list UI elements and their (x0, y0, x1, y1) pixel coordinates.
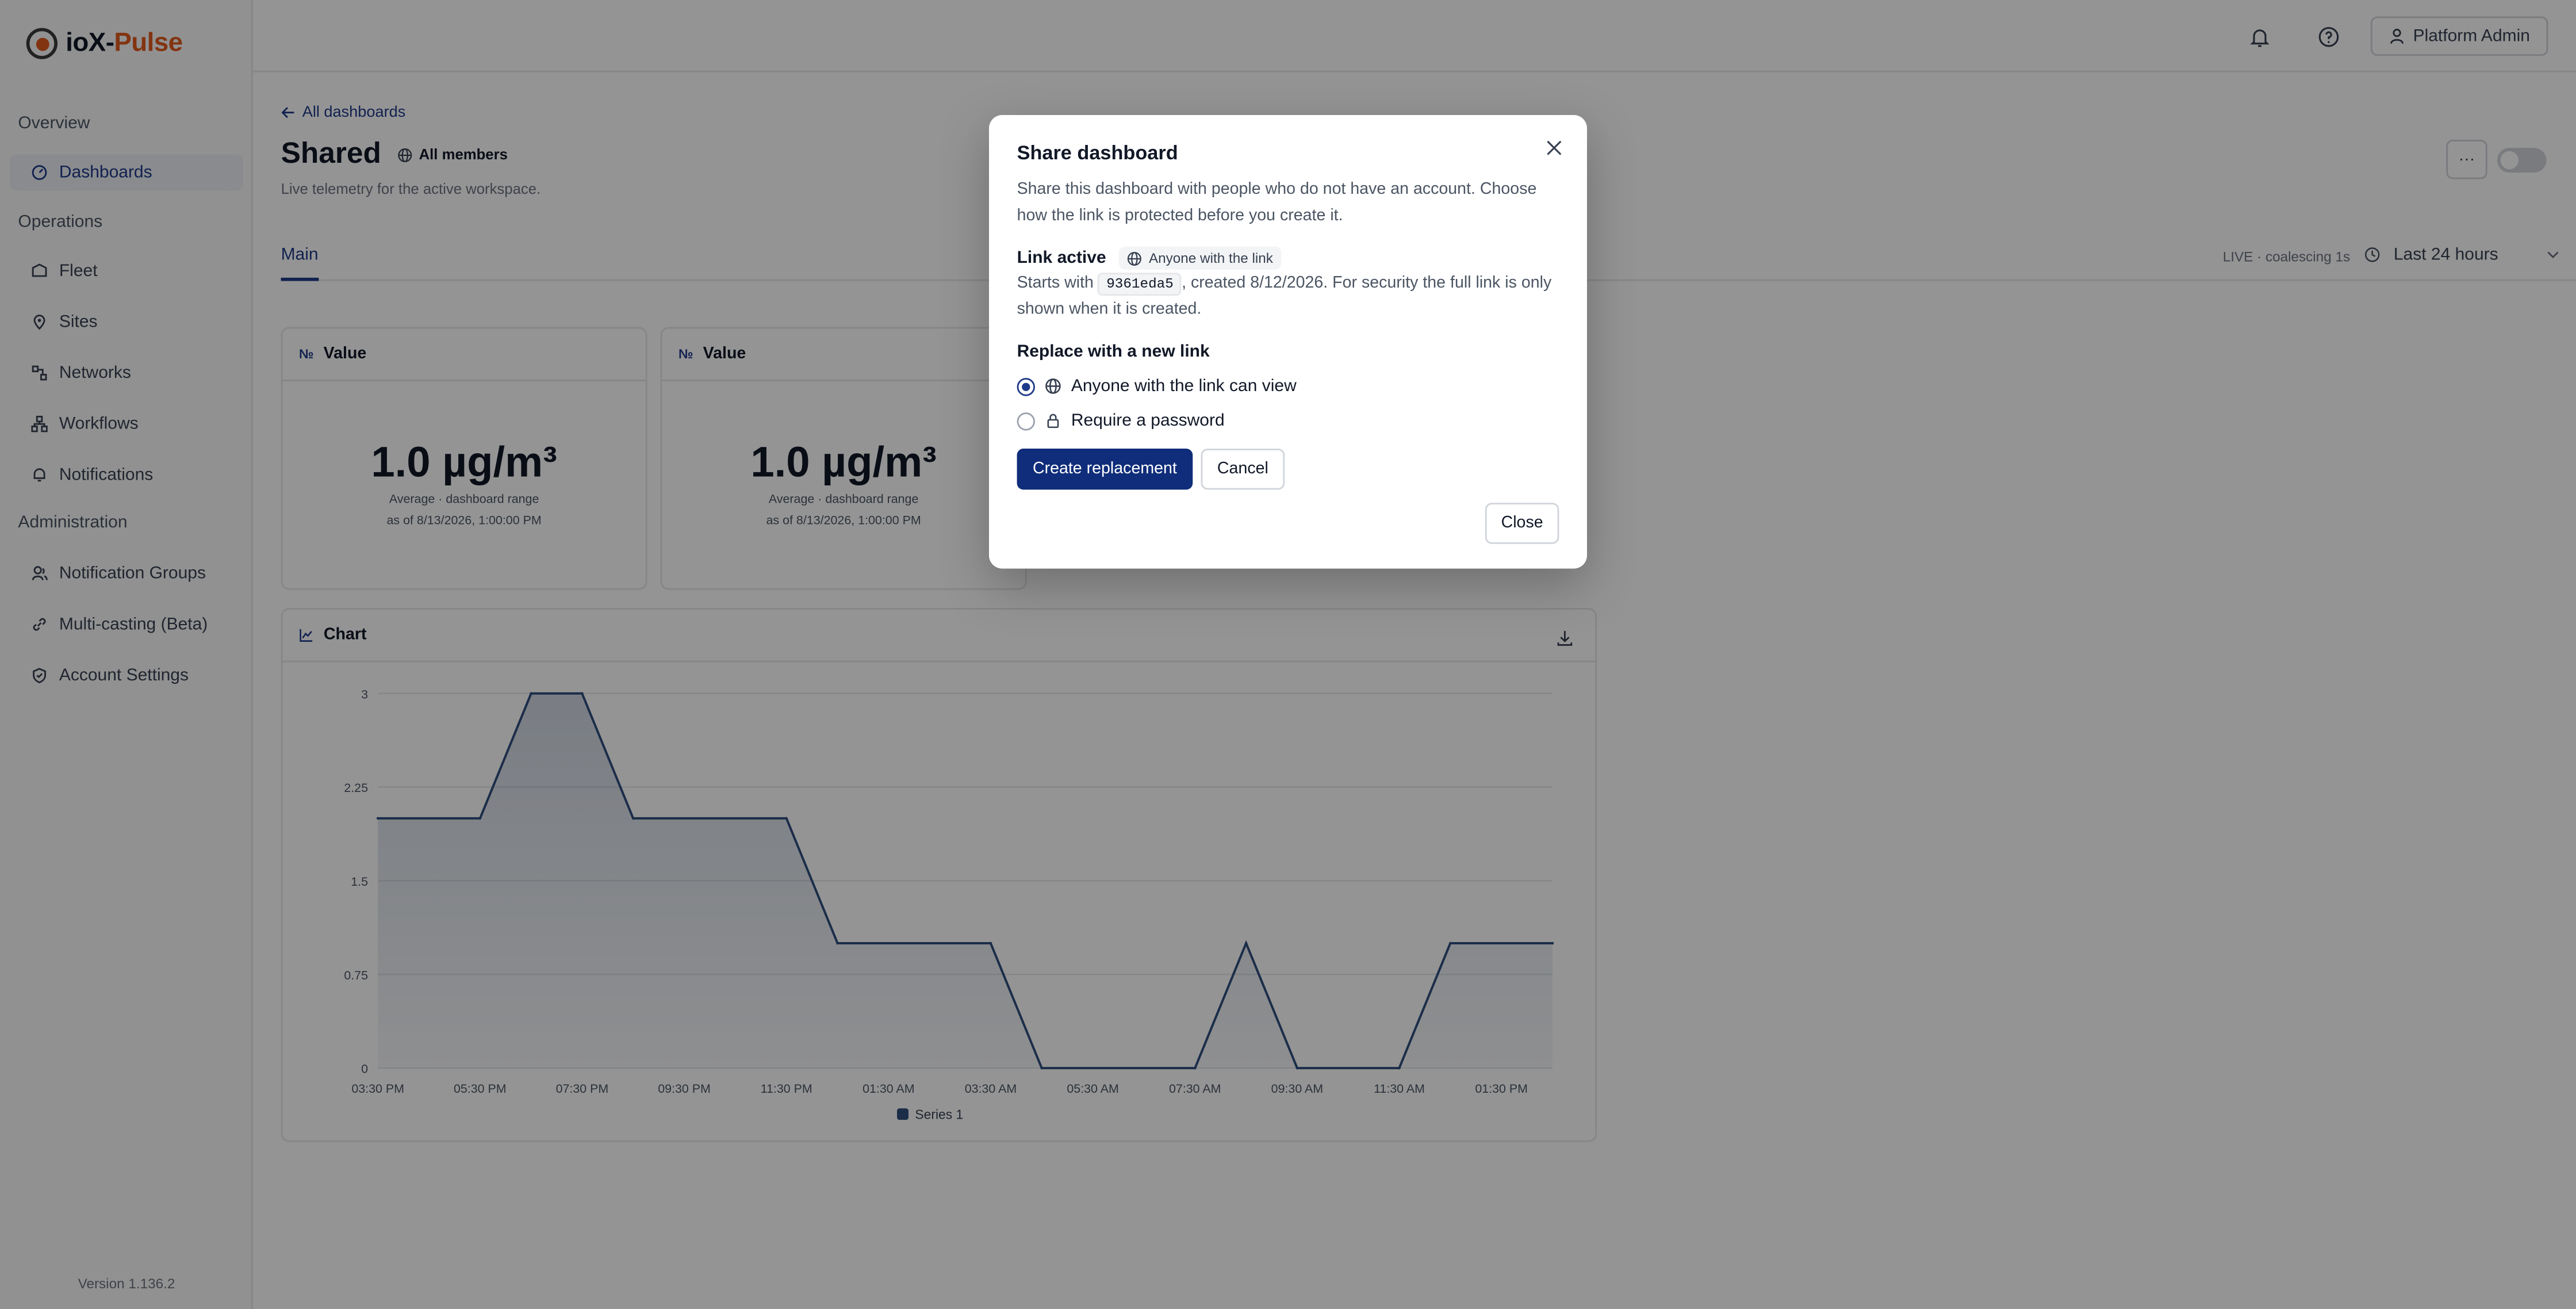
globe-icon (1045, 378, 1061, 394)
link-code: 9361eda5 (1098, 273, 1182, 296)
option-label: Anyone with the link can view (1071, 376, 1297, 396)
dialog-title: Share dashboard (1017, 141, 1178, 164)
option-label: Require a password (1071, 411, 1225, 431)
link-scope-badge: Anyone with the link (1119, 246, 1282, 270)
create-replacement-button[interactable]: Create replacement (1017, 449, 1193, 490)
globe-icon (1128, 251, 1142, 265)
link-scope-label: Anyone with the link (1148, 250, 1273, 266)
link-prefix: Starts with (1017, 274, 1094, 293)
link-created-note: , created 8/12/2026. For security the fu… (1017, 274, 1552, 318)
replace-section-title: Replace with a new link (1017, 342, 1210, 362)
close-icon[interactable] (1544, 138, 1564, 158)
share-dashboard-dialog: Share dashboard Share this dashboard wit… (989, 115, 1587, 569)
link-details: Starts with 9361eda5, created 8/12/2026.… (1017, 271, 1567, 322)
cancel-button[interactable]: Cancel (1201, 449, 1285, 490)
option-require-password[interactable]: Require a password (1017, 411, 1225, 431)
radio-unselected[interactable] (1017, 411, 1035, 430)
link-status-title: Link active (1017, 248, 1106, 268)
radio-selected[interactable] (1017, 377, 1035, 396)
option-anyone-can-view[interactable]: Anyone with the link can view (1017, 376, 1297, 396)
lock-icon (1047, 414, 1059, 428)
dialog-description: Share this dashboard with people who do … (1017, 181, 1537, 224)
link-status-row: Link active Anyone with the link (1017, 246, 1282, 270)
close-button[interactable]: Close (1485, 503, 1559, 544)
